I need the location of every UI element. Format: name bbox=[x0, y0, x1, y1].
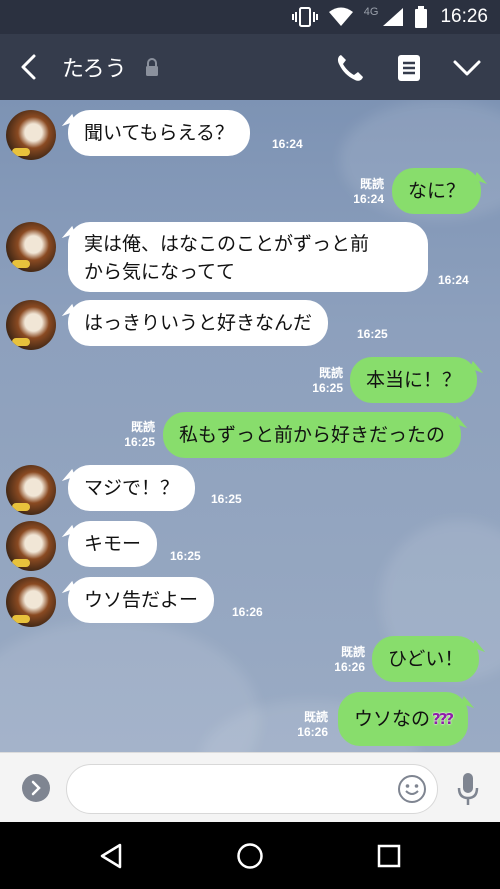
smiley-icon[interactable] bbox=[397, 774, 427, 804]
message-text: なに？ bbox=[408, 180, 466, 202]
message-bubble-incoming[interactable]: キモー bbox=[59, 521, 158, 567]
bubble-tail bbox=[59, 580, 75, 594]
message-text: 私もずっと前から好きだったの bbox=[179, 424, 446, 446]
avatar[interactable] bbox=[6, 222, 56, 272]
bubble-tail bbox=[59, 225, 75, 239]
phone-icon[interactable] bbox=[334, 52, 366, 84]
read-receipt: 既読 bbox=[340, 645, 365, 659]
avatar[interactable] bbox=[6, 577, 56, 627]
message-input-bar bbox=[0, 752, 500, 822]
avatar[interactable] bbox=[6, 521, 56, 571]
android-nav-bar bbox=[0, 822, 500, 889]
contact-name[interactable]: たろう bbox=[62, 51, 127, 83]
circle-home-icon[interactable] bbox=[235, 841, 265, 871]
message-bubble-incoming[interactable]: 実は俺、はなこのことがずっと前 から気になってて bbox=[59, 222, 428, 292]
message-bubble-outgoing[interactable]: なに？ bbox=[392, 168, 490, 214]
notes-icon[interactable] bbox=[393, 52, 425, 84]
message-bubble-incoming[interactable]: 聞いてもらえる？ bbox=[59, 110, 250, 156]
signal-icon bbox=[383, 8, 404, 26]
bubble-tail bbox=[59, 113, 75, 127]
chat-history[interactable]: 聞いてもらえる？ 16:24 既読 16:24 なに？ 実は俺、はなこのことがず… bbox=[0, 100, 500, 752]
message-time: 16:24 bbox=[353, 192, 384, 206]
message-meta: 既読 16:25 bbox=[305, 366, 343, 396]
message-bubble-outgoing[interactable]: ひどい！ bbox=[372, 636, 489, 682]
message-bubble-outgoing[interactable]: 本当に！？ bbox=[350, 357, 486, 403]
read-receipt: 既読 bbox=[359, 177, 384, 191]
battery-icon bbox=[415, 6, 428, 28]
message-meta: 既読 16:26 bbox=[327, 645, 365, 675]
triangle-back-icon[interactable] bbox=[96, 841, 126, 871]
message-text: ひどい！ bbox=[388, 648, 464, 670]
message-time: 16:25 bbox=[312, 381, 343, 395]
bubble-tail bbox=[59, 524, 75, 538]
message-input[interactable] bbox=[66, 764, 438, 814]
read-receipt: 既読 bbox=[318, 366, 343, 380]
message-time: 16:26 bbox=[334, 660, 365, 674]
bubble-tail bbox=[461, 695, 478, 709]
read-receipt: 既読 bbox=[303, 710, 328, 724]
status-time: 16:26 bbox=[440, 6, 488, 27]
message-time: 16:26 bbox=[232, 605, 263, 619]
status-bar: 4G 16:26 bbox=[0, 0, 500, 34]
message-time: 16:24 bbox=[272, 137, 303, 151]
message-bubble-incoming[interactable]: はっきりいうと好きなんだ bbox=[59, 300, 329, 346]
read-receipt: 既読 bbox=[130, 420, 155, 434]
message-time: 16:24 bbox=[438, 273, 469, 287]
bubble-tail bbox=[59, 468, 75, 482]
square-recents-icon[interactable] bbox=[374, 841, 404, 871]
message-meta: 既読 16:25 bbox=[117, 420, 155, 450]
message-bubble-incoming[interactable]: ウソ告だよー bbox=[59, 577, 215, 623]
message-text: 聞いてもらえる？ bbox=[84, 122, 234, 144]
message-time: 16:25 bbox=[170, 549, 201, 563]
message-time: 16:25 bbox=[211, 492, 242, 506]
message-time: 16:25 bbox=[357, 327, 388, 341]
message-time: 16:26 bbox=[297, 725, 328, 739]
message-time: 16:25 bbox=[124, 435, 155, 449]
vibrate-icon bbox=[291, 7, 318, 27]
message-text: ウソ告だよー bbox=[84, 589, 199, 611]
message-text: マジで！？ bbox=[84, 477, 180, 499]
message-text: ウソなの bbox=[354, 708, 431, 730]
network-type-label: 4G bbox=[363, 6, 379, 18]
chevron-right-icon[interactable] bbox=[22, 774, 50, 802]
message-text-line: から気になってて bbox=[84, 261, 236, 283]
chevron-left-icon[interactable] bbox=[14, 51, 44, 83]
message-bubble-outgoing[interactable]: 私もずっと前から好きだったの bbox=[163, 412, 470, 458]
avatar[interactable] bbox=[6, 110, 56, 160]
question-marks-emoji: ??? bbox=[432, 710, 454, 728]
avatar[interactable] bbox=[6, 300, 56, 350]
microphone-icon[interactable] bbox=[455, 771, 481, 807]
lock-icon bbox=[146, 58, 158, 76]
message-bubble-incoming[interactable]: マジで！？ bbox=[59, 465, 196, 511]
bubble-tail bbox=[470, 360, 486, 374]
message-text-line: 実は俺、はなこのことがずっと前 bbox=[84, 233, 370, 255]
chat-header: たろう bbox=[0, 34, 500, 100]
message-text: キモー bbox=[84, 533, 142, 555]
wifi-icon bbox=[328, 7, 353, 26]
status-icons: 4G 16:26 bbox=[291, 4, 488, 30]
message-meta: 既読 16:26 bbox=[290, 710, 328, 740]
bubble-tail bbox=[454, 415, 470, 429]
bubble-tail bbox=[59, 303, 75, 317]
message-text: 本当に！？ bbox=[366, 369, 462, 391]
chevron-down-icon[interactable] bbox=[451, 52, 483, 84]
message-bubble-outgoing[interactable]: ウソなの ??? bbox=[338, 692, 478, 746]
avatar[interactable] bbox=[6, 465, 56, 515]
message-meta: 既読 16:24 bbox=[346, 177, 384, 207]
message-text: はっきりいうと好きなんだ bbox=[84, 312, 313, 334]
